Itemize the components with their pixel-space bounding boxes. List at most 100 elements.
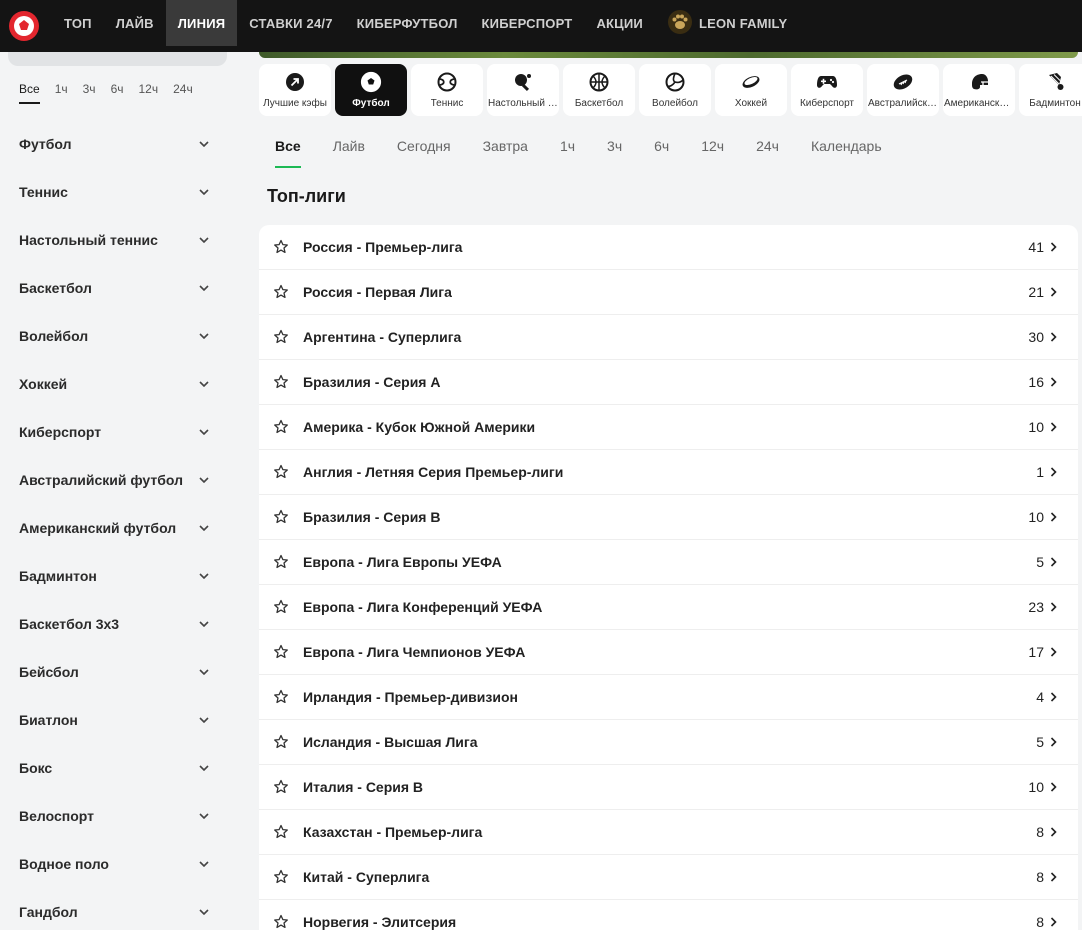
- chevron-down-icon[interactable]: [199, 235, 209, 245]
- league-row[interactable]: Ирландия - Премьер-дивизион 4: [259, 675, 1078, 720]
- sidebar-sport-item[interactable]: Гандбол: [0, 888, 243, 930]
- sport-tile[interactable]: Волейбол: [639, 64, 711, 116]
- sport-tile[interactable]: Баскетбол: [563, 64, 635, 116]
- league-row[interactable]: Европа - Лига Конференций УЕФА 23: [259, 585, 1078, 630]
- sport-tile[interactable]: Американский футбол: [943, 64, 1015, 116]
- sport-tile[interactable]: Лучшие кэфы: [259, 64, 331, 116]
- chevron-down-icon[interactable]: [199, 475, 209, 485]
- nav-item-promotions[interactable]: АКЦИИ: [584, 0, 655, 46]
- star-icon[interactable]: [273, 554, 289, 570]
- sidebar-sport-item[interactable]: Теннис: [0, 168, 243, 216]
- chevron-down-icon[interactable]: [199, 907, 209, 917]
- sidebar-sport-item[interactable]: Биатлон: [0, 696, 243, 744]
- period-tab[interactable]: 12ч: [701, 130, 724, 168]
- star-icon[interactable]: [273, 914, 289, 930]
- period-tab[interactable]: Все: [275, 130, 301, 168]
- sport-tile[interactable]: Теннис: [411, 64, 483, 116]
- star-icon[interactable]: [273, 734, 289, 750]
- chevron-down-icon[interactable]: [199, 379, 209, 389]
- league-row[interactable]: Исландия - Высшая Лига 5: [259, 720, 1078, 765]
- star-icon[interactable]: [273, 779, 289, 795]
- nav-item-top[interactable]: ТОП: [52, 0, 104, 46]
- sidebar-sport-item[interactable]: Бейсбол: [0, 648, 243, 696]
- star-icon[interactable]: [273, 464, 289, 480]
- sidebar-sport-item[interactable]: Бадминтон: [0, 552, 243, 600]
- time-filter-3h[interactable]: 3ч: [83, 82, 96, 104]
- sport-tile[interactable]: Бадминтон: [1019, 64, 1082, 116]
- period-tab[interactable]: Лайв: [333, 130, 365, 168]
- star-icon[interactable]: [273, 644, 289, 660]
- league-row[interactable]: Европа - Лига Чемпионов УЕФА 17: [259, 630, 1078, 675]
- league-row[interactable]: Англия - Летняя Серия Премьер-лиги 1: [259, 450, 1078, 495]
- chevron-down-icon[interactable]: [199, 619, 209, 629]
- nav-item-leon-family[interactable]: LEON FAMILY: [655, 0, 799, 46]
- league-row[interactable]: Норвегия - Элитсерия 8: [259, 900, 1078, 930]
- star-icon[interactable]: [273, 284, 289, 300]
- star-icon[interactable]: [273, 869, 289, 885]
- time-filter-6h[interactable]: 6ч: [111, 82, 124, 104]
- chevron-down-icon[interactable]: [199, 571, 209, 581]
- period-tab[interactable]: 3ч: [607, 130, 622, 168]
- time-filter-1h[interactable]: 1ч: [55, 82, 68, 104]
- nav-item-cyberfootball[interactable]: КИБЕРФУТБОЛ: [345, 0, 470, 46]
- time-filter-12h[interactable]: 12ч: [139, 82, 159, 104]
- star-icon[interactable]: [273, 599, 289, 615]
- league-row[interactable]: Россия - Премьер-лига 41: [259, 225, 1078, 270]
- sidebar-sport-item[interactable]: Баскетбол: [0, 264, 243, 312]
- period-tab[interactable]: 1ч: [560, 130, 575, 168]
- sidebar-sport-item[interactable]: Водное поло: [0, 840, 243, 888]
- sidebar-sport-item[interactable]: Волейбол: [0, 312, 243, 360]
- period-tab[interactable]: Завтра: [483, 130, 528, 168]
- chevron-down-icon[interactable]: [199, 427, 209, 437]
- star-icon[interactable]: [273, 374, 289, 390]
- period-tab[interactable]: 6ч: [654, 130, 669, 168]
- league-row[interactable]: Россия - Первая Лига 21: [259, 270, 1078, 315]
- sport-tile[interactable]: Футбол: [335, 64, 407, 116]
- banner-image[interactable]: [259, 52, 1078, 58]
- sidebar-sport-item[interactable]: Футбол: [0, 120, 243, 168]
- sidebar-sport-item[interactable]: Велоспорт: [0, 792, 243, 840]
- star-icon[interactable]: [273, 509, 289, 525]
- sidebar-sport-item[interactable]: Американский футбол: [0, 504, 243, 552]
- sport-tile[interactable]: Киберспорт: [791, 64, 863, 116]
- chevron-down-icon[interactable]: [199, 331, 209, 341]
- period-tab[interactable]: Календарь: [811, 130, 882, 168]
- time-filter-24h[interactable]: 24ч: [173, 82, 193, 104]
- period-tab[interactable]: Сегодня: [397, 130, 451, 168]
- sidebar-sport-item[interactable]: Бокс: [0, 744, 243, 792]
- leon-logo-icon[interactable]: [4, 6, 44, 46]
- star-icon[interactable]: [273, 329, 289, 345]
- league-row[interactable]: Бразилия - Серия А 16: [259, 360, 1078, 405]
- sport-tile[interactable]: Хоккей: [715, 64, 787, 116]
- chevron-down-icon[interactable]: [199, 763, 209, 773]
- chevron-down-icon[interactable]: [199, 139, 209, 149]
- chevron-down-icon[interactable]: [199, 187, 209, 197]
- period-tab[interactable]: 24ч: [756, 130, 779, 168]
- sport-tile[interactable]: Настольный теннис: [487, 64, 559, 116]
- star-icon[interactable]: [273, 824, 289, 840]
- league-row[interactable]: Италия - Серия В 10: [259, 765, 1078, 810]
- sidebar-sport-item[interactable]: Австралийский футбол: [0, 456, 243, 504]
- chevron-down-icon[interactable]: [199, 859, 209, 869]
- chevron-down-icon[interactable]: [199, 715, 209, 725]
- league-row[interactable]: Америка - Кубок Южной Америки 10: [259, 405, 1078, 450]
- chevron-down-icon[interactable]: [199, 811, 209, 821]
- sidebar-sport-item[interactable]: Киберспорт: [0, 408, 243, 456]
- league-row[interactable]: Казахстан - Премьер-лига 8: [259, 810, 1078, 855]
- sidebar-sport-item[interactable]: Хоккей: [0, 360, 243, 408]
- nav-item-esports[interactable]: КИБЕРСПОРТ: [470, 0, 585, 46]
- league-row[interactable]: Китай - Суперлига 8: [259, 855, 1078, 900]
- league-row[interactable]: Аргентина - Суперлига 30: [259, 315, 1078, 360]
- star-icon[interactable]: [273, 419, 289, 435]
- star-icon[interactable]: [273, 239, 289, 255]
- time-filter-all[interactable]: Все: [19, 82, 40, 104]
- sport-tile[interactable]: Австралийский футбол: [867, 64, 939, 116]
- chevron-down-icon[interactable]: [199, 283, 209, 293]
- star-icon[interactable]: [273, 689, 289, 705]
- league-row[interactable]: Европа - Лига Европы УЕФА 5: [259, 540, 1078, 585]
- sidebar-sport-item[interactable]: Настольный теннис: [0, 216, 243, 264]
- chevron-down-icon[interactable]: [199, 667, 209, 677]
- nav-item-line[interactable]: ЛИНИЯ: [165, 0, 238, 46]
- league-row[interactable]: Бразилия - Серия В 10: [259, 495, 1078, 540]
- sidebar-sport-item[interactable]: Баскетбол 3x3: [0, 600, 243, 648]
